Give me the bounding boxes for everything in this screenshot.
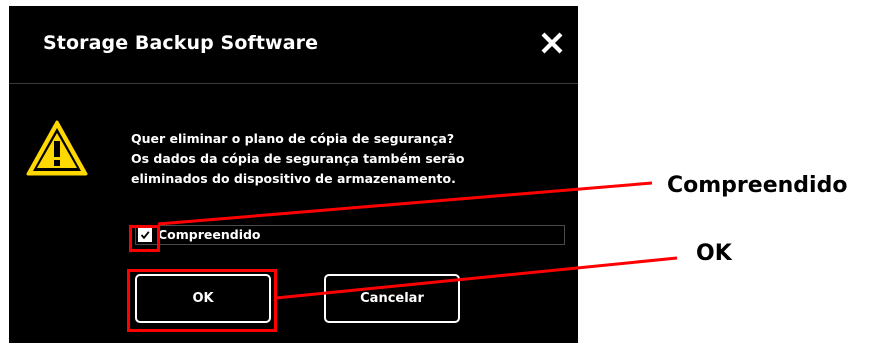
warning-triangle-icon [25,119,89,177]
understood-checkbox[interactable] [138,228,152,242]
checkbox-label: Compreendido [158,227,261,242]
cancel-button[interactable]: Cancelar [324,274,460,323]
ok-button[interactable]: OK [135,274,271,323]
checkmark-icon [140,231,150,240]
ok-callout-label: OK [696,241,732,266]
title-bar: Storage Backup Software [9,6,578,84]
message-line: Quer eliminar o plano de cópia de segura… [131,131,455,146]
message-line: eliminados do dispositivo de armazenamen… [131,171,456,186]
checkbox-callout-label: Compreendido [667,173,848,198]
message-line: Os dados da cópia de segurança também se… [131,151,465,166]
close-icon[interactable] [537,28,567,58]
understood-checkbox-row[interactable]: Compreendido [135,225,565,245]
dialog-window: Storage Backup Software Quer eliminar o … [9,6,578,343]
confirmation-message: Quer eliminar o plano de cópia de segura… [131,129,551,189]
dialog-title: Storage Backup Software [43,32,319,54]
